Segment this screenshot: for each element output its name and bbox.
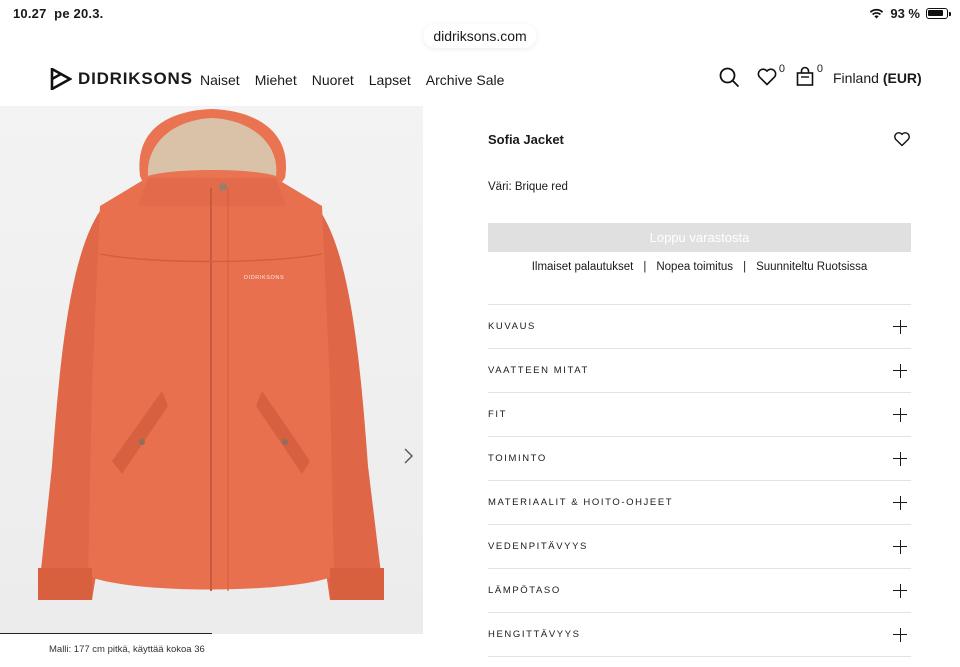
plus-icon [893,451,907,466]
accordion-vedenpitavyys[interactable]: VEDENPITÄVYYS [488,525,911,569]
accordion-kuvaus[interactable]: KUVAUS [488,305,911,349]
header-actions: 0 0 [718,63,823,88]
accordion-vaatteen-mitat[interactable]: VAATTEEN MITAT [488,349,911,393]
site-header: DIDRIKSONS Naiset Miehet Nuoret Lapset A… [0,58,960,104]
status-time: 10.27 pe 20.3. [13,6,104,21]
product-title: Sofia Jacket [488,132,564,147]
cart-button[interactable]: 0 [794,63,823,88]
search-button[interactable] [718,66,740,88]
logo-mark-icon [50,68,72,90]
image-progress-bar [0,633,212,634]
plus-icon [893,407,907,422]
nav-item-miehet[interactable]: Miehet [255,72,297,88]
accordion-label: KUVAUS [488,321,536,332]
nav-item-nuoret[interactable]: Nuoret [312,72,354,88]
out-of-stock-button[interactable]: Loppu varastosta [488,223,911,252]
plus-icon [893,583,907,598]
usp-fast-delivery: Nopea toimitus [656,261,734,273]
accordion-materiaalit[interactable]: MATERIAALIT & HOITO-OHJEET [488,481,911,525]
usp-row: Ilmaiset palautukset | Nopea toimitus | Suun… [488,261,911,273]
accordion-label: FIT [488,409,508,420]
accordion-label: VAATTEEN MITAT [488,365,589,376]
plus-icon [893,539,907,554]
plus-icon [893,495,907,510]
battery-percent: 93 % [890,6,920,21]
plus-icon [893,363,907,378]
product-color: Väri: Brique red [488,181,568,193]
address-bar[interactable]: didriksons.com [423,24,537,48]
wishlist-count: 0 [778,63,785,75]
plus-icon [893,627,907,642]
wishlist-button[interactable]: 0 [756,63,785,88]
nav-item-lapset[interactable]: Lapset [369,72,411,88]
search-icon [719,67,739,87]
usp-separator: | [743,261,747,273]
accordion-label: LÄMPÖTASO [488,585,561,596]
accordion-label: MATERIAALIT & HOITO-OHJEET [488,497,674,508]
usp-designed-in-sweden: Suunniteltu Ruotsissa [756,261,868,273]
status-indicators: 93 % [869,6,951,21]
accordion-lampotaso[interactable]: LÄMPÖTASO [488,569,911,613]
main-nav: Naiset Miehet Nuoret Lapset Archive Sale [200,72,504,88]
chevron-right-icon[interactable] [400,446,416,466]
region-currency: (EUR) [882,70,922,86]
usp-separator: | [643,261,647,273]
accordion-toiminto[interactable]: TOIMINTO [488,437,911,481]
cart-count: 0 [816,63,823,75]
accordion-label: HENGITTÄVYYS [488,629,581,640]
nav-item-archive-sale[interactable]: Archive Sale [426,72,505,88]
brand-logo[interactable]: DIDRIKSONS [50,68,193,90]
shopping-bag-icon [796,66,814,86]
accordion-label: TOIMINTO [488,453,547,464]
wifi-icon [870,8,884,19]
region-selector[interactable]: Finland (EUR) [833,70,922,86]
accordion-hengittavyys[interactable]: HENGITTÄVYYS [488,613,911,657]
accordion-label: VEDENPITÄVYYS [488,541,588,552]
product-accordion: KUVAUS VAATTEEN MITAT FIT TOIMINTO MATER… [488,304,911,657]
usp-free-returns: Ilmaiset palautukset [531,261,634,273]
nav-item-naiset[interactable]: Naiset [200,72,240,88]
region-country: Finland [833,70,879,86]
logo-text: DIDRIKSONS [78,69,193,88]
heart-icon [757,68,777,86]
jacket-brand-print: DIDRIKSONS [244,275,284,281]
plus-icon [893,319,907,334]
accordion-fit[interactable]: FIT [488,393,911,437]
product-image[interactable]: DIDRIKSONS [0,106,423,634]
model-caption: Malli: 177 cm pitkä, käyttää kokoa 36 [49,644,205,655]
jacket-illustration: DIDRIKSONS [0,106,423,634]
battery-icon [926,8,951,19]
add-to-wishlist-heart-icon[interactable] [893,130,911,148]
status-bar: 10.27 pe 20.3. 93 % [0,0,960,26]
